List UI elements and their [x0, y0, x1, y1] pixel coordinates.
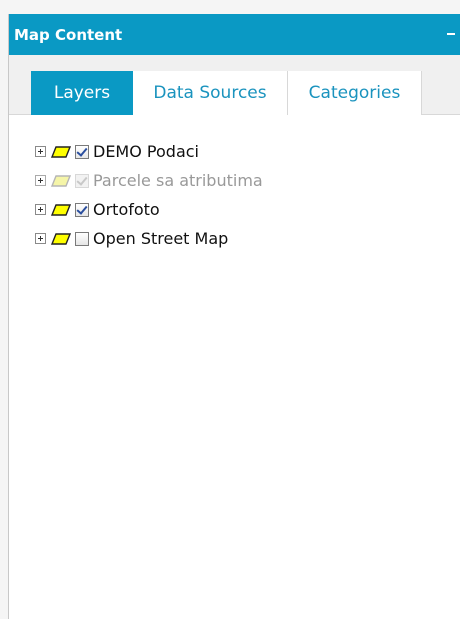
- polygon-layer-icon: [51, 232, 71, 245]
- tab-layers[interactable]: Layers: [31, 71, 133, 115]
- tab-categories[interactable]: Categories: [288, 71, 422, 115]
- collapse-button[interactable]: [439, 14, 460, 55]
- layer-visibility-checkbox[interactable]: [75, 202, 89, 217]
- panel-title: Map Content: [14, 26, 123, 44]
- expand-plus-icon[interactable]: [35, 233, 46, 244]
- minus-icon: [447, 33, 455, 35]
- app-frame: Map Content Layers Data Sources Categori…: [0, 0, 460, 619]
- panel-header: Map Content: [9, 14, 460, 55]
- layer-label: DEMO Podaci: [93, 141, 199, 161]
- tab-data-sources[interactable]: Data Sources: [133, 71, 288, 115]
- expand-plus-icon[interactable]: [35, 146, 46, 157]
- layer-row-demo-podaci: DEMO Podaci: [35, 137, 435, 166]
- polygon-layer-icon: [51, 145, 71, 158]
- layer-label: Open Street Map: [93, 228, 229, 248]
- layer-visibility-checkbox[interactable]: [75, 144, 89, 159]
- layer-visibility-checkbox: [75, 173, 89, 188]
- expand-plus-icon[interactable]: [35, 175, 46, 186]
- layer-label: Ortofoto: [93, 199, 160, 219]
- layer-tree: DEMO Podaci Parcele sa atributima Ortofo…: [35, 137, 435, 253]
- polygon-layer-icon: [51, 203, 71, 216]
- tab-strip: Layers Data Sources Categories: [9, 55, 460, 115]
- polygon-layer-icon: [51, 174, 71, 187]
- layer-row-parcele: Parcele sa atributima: [35, 166, 435, 195]
- map-content-panel: Map Content Layers Data Sources Categori…: [8, 14, 460, 619]
- layer-row-open-street-map: Open Street Map: [35, 224, 435, 253]
- expand-plus-icon[interactable]: [35, 204, 46, 215]
- layer-row-ortofoto: Ortofoto: [35, 195, 435, 224]
- layer-label: Parcele sa atributima: [93, 170, 263, 190]
- layer-visibility-checkbox[interactable]: [75, 231, 89, 246]
